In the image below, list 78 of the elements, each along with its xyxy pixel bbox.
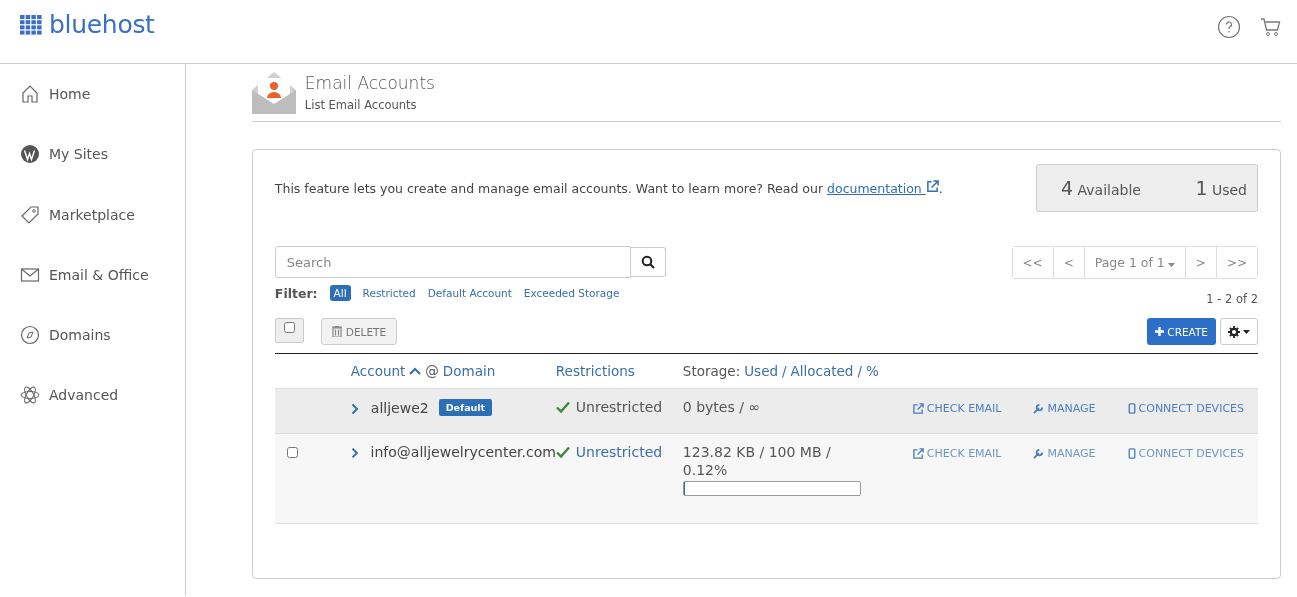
row-checkbox[interactable] bbox=[287, 447, 299, 458]
sidebar-item[interactable]: My Sites bbox=[0, 142, 128, 167]
sidebar-item[interactable]: Domains bbox=[0, 323, 131, 348]
account-name: alljewe2 bbox=[370, 399, 429, 416]
filter-option[interactable]: Default Account bbox=[427, 287, 512, 299]
phone-icon bbox=[1127, 403, 1136, 414]
storage-usage: 0 bytes / ∞ bbox=[682, 399, 761, 415]
page-title: Email Accounts bbox=[304, 73, 435, 93]
home-icon bbox=[20, 84, 40, 104]
allocated-column-sort[interactable]: Allocated bbox=[790, 363, 854, 379]
checkmark-icon bbox=[555, 446, 570, 458]
filter-option[interactable]: Exceeded Storage bbox=[523, 287, 620, 299]
row-action-link[interactable]: CONNECT DEVICES bbox=[1127, 399, 1244, 415]
result-range: 1 - 2 of 2 bbox=[1206, 292, 1258, 306]
sidebar-item[interactable]: Marketplace bbox=[0, 202, 155, 227]
delete-button[interactable]: DELETE bbox=[320, 318, 398, 345]
sidebar-item[interactable]: Home bbox=[0, 82, 111, 106]
select-all-checkbox[interactable] bbox=[283, 322, 295, 333]
help-icon[interactable] bbox=[1217, 14, 1241, 39]
restriction-status: Unrestricted bbox=[575, 399, 663, 415]
filter-option[interactable]: All bbox=[329, 285, 351, 301]
trash-icon bbox=[331, 326, 342, 337]
slash-label: / bbox=[782, 363, 787, 379]
tag-icon bbox=[20, 204, 40, 225]
wordpress-icon bbox=[20, 144, 40, 165]
wrench-icon bbox=[1033, 403, 1045, 414]
default-badge: Default bbox=[438, 399, 493, 416]
page-subtitle: List Email Accounts bbox=[304, 98, 418, 112]
filter-label: Filter: bbox=[274, 285, 318, 301]
search-icon bbox=[640, 255, 655, 269]
storage-label: Storage: bbox=[682, 363, 741, 379]
search-button[interactable] bbox=[630, 247, 666, 277]
filter-option[interactable]: Restricted bbox=[362, 287, 416, 299]
row-action-link[interactable]: MANAGE bbox=[1033, 399, 1096, 415]
percent-column-sort[interactable]: % bbox=[866, 363, 879, 379]
external-link-icon bbox=[912, 403, 924, 414]
settings-dropdown-button[interactable] bbox=[1220, 318, 1258, 345]
create-button[interactable]: CREATE bbox=[1147, 318, 1216, 345]
sort-ascending-icon bbox=[409, 367, 422, 375]
sidebar-item[interactable]: Email & Office bbox=[0, 262, 169, 287]
row-action-link[interactable]: CONNECT DEVICES bbox=[1127, 444, 1244, 460]
restrictions-column-sort[interactable]: Restrictions bbox=[555, 363, 635, 379]
expand-chevron-icon[interactable] bbox=[350, 402, 359, 415]
external-link-icon bbox=[925, 180, 939, 193]
search-field[interactable]: Search bbox=[274, 246, 631, 278]
checkmark-icon bbox=[555, 401, 570, 413]
used-count: 1 Used bbox=[1195, 177, 1247, 199]
envelope-person-icon bbox=[251, 70, 296, 114]
available-count: 4 Available bbox=[1061, 177, 1141, 199]
row-action-link[interactable]: MANAGE bbox=[1033, 444, 1096, 460]
caret-icon bbox=[1167, 263, 1175, 267]
gear-icon bbox=[1228, 325, 1240, 338]
grid-logo-icon bbox=[20, 14, 42, 35]
row-action-link[interactable]: CHECK EMAIL bbox=[912, 399, 1002, 415]
account-name: info@alljewelrycenter.com bbox=[370, 444, 556, 460]
select-all-button[interactable] bbox=[274, 318, 304, 343]
slash-label: / bbox=[857, 363, 862, 379]
account-column-sort[interactable]: Account bbox=[350, 363, 406, 379]
storage-percent: 0.12% bbox=[682, 462, 728, 478]
first-page-button[interactable]: << bbox=[1012, 247, 1054, 278]
expand-chevron-icon[interactable] bbox=[350, 447, 359, 459]
wrench-icon bbox=[1033, 448, 1045, 459]
documentation-link[interactable]: documentation bbox=[827, 181, 939, 196]
used-column-sort[interactable]: Used bbox=[744, 363, 778, 379]
atom-icon bbox=[20, 385, 40, 406]
domain-column-sort[interactable]: Domain bbox=[442, 363, 496, 379]
plus-icon bbox=[1155, 327, 1165, 336]
intro-text: This feature lets you create and manage email accounts. Want to learn more? Read our documentation . bbox=[274, 180, 943, 196]
storage-usage: 123.82 KB / 100 MB / bbox=[682, 444, 831, 460]
row-action-link[interactable]: CHECK EMAIL bbox=[912, 444, 1002, 460]
at-sign-label: @ bbox=[425, 363, 439, 379]
phone-icon bbox=[1127, 448, 1136, 459]
logo-text: bluehost bbox=[49, 10, 155, 39]
sidebar-item[interactable]: Advanced bbox=[0, 383, 139, 408]
compass-icon bbox=[20, 325, 40, 346]
restriction-status[interactable]: Unrestricted bbox=[575, 444, 663, 460]
caret-icon bbox=[1243, 329, 1250, 334]
external-link-icon bbox=[912, 448, 924, 459]
